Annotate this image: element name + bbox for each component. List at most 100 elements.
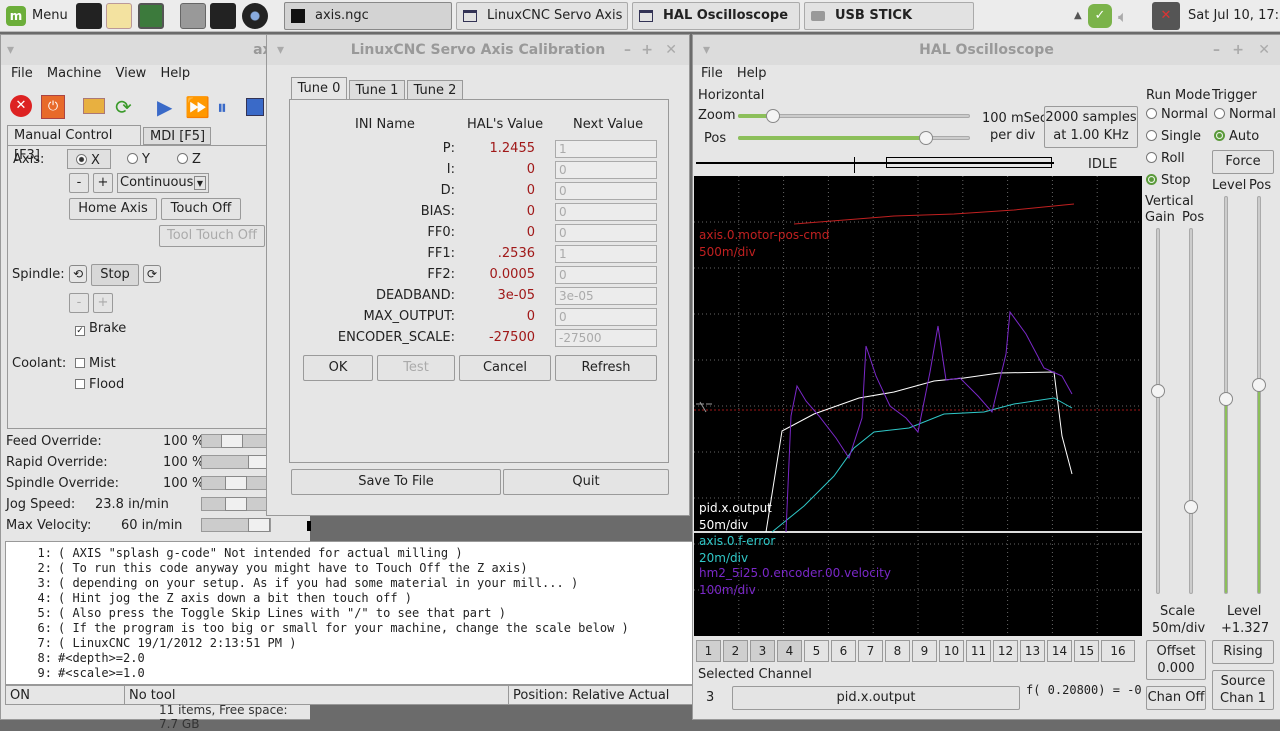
rising-button[interactable]: Rising <box>1212 640 1274 664</box>
channel-button-7[interactable]: 7 <box>858 640 883 662</box>
slider-knob[interactable] <box>225 497 247 511</box>
slider-knob[interactable] <box>248 518 270 532</box>
max-velocity-slider[interactable] <box>201 518 271 532</box>
next-value-field[interactable]: 0 <box>555 266 657 284</box>
menu-machine[interactable]: Machine <box>47 66 101 81</box>
next-value-field[interactable]: 1 <box>555 140 657 158</box>
gain-knob[interactable] <box>1151 384 1165 398</box>
channel-button-1[interactable]: 1 <box>696 640 721 662</box>
gcode-line[interactable]: 6: ( If the program is too big or small f… <box>6 621 692 636</box>
touch-off-button[interactable]: Touch Off <box>161 198 241 220</box>
scope-display[interactable]: axis.0.motor-pos-cmd 500m/div pid.x.outp… <box>694 176 1142 636</box>
menu-view[interactable]: View <box>115 66 146 81</box>
next-value-field[interactable]: 0 <box>555 203 657 221</box>
trigger-mode-normal[interactable]: Normal <box>1214 107 1276 122</box>
channel-button-9[interactable]: 9 <box>912 640 937 662</box>
channel-button-12[interactable]: 12 <box>993 640 1018 662</box>
channel-name-button[interactable]: pid.x.output <box>732 686 1020 710</box>
next-value-field[interactable]: 0 <box>555 224 657 242</box>
brake-checkbox[interactable]: ✓ Brake <box>75 321 126 336</box>
channel-button-5[interactable]: 5 <box>804 640 829 662</box>
run-mode-single[interactable]: Single <box>1146 129 1201 144</box>
tool-touch-off-button[interactable]: Tool Touch Off <box>159 225 265 247</box>
jog-minus-button[interactable]: - <box>69 173 89 193</box>
gcode-line[interactable]: 3: ( depending on your setup. As if you h… <box>6 576 692 591</box>
gcode-line[interactable]: 1: ( AXIS "splash g-code" Not intended fo… <box>6 546 692 561</box>
open-folder-icon[interactable] <box>83 98 105 114</box>
gcode-listing[interactable]: 1: ( AXIS "splash g-code" Not intended fo… <box>5 541 693 685</box>
channel-button-6[interactable]: 6 <box>831 640 856 662</box>
channel-button-4[interactable]: 4 <box>777 640 802 662</box>
gcode-line[interactable]: 2: ( To run this code anyway you might ha… <box>6 561 692 576</box>
spindle-ccw-icon[interactable]: ⟲ <box>69 265 87 283</box>
mint-menu-icon[interactable]: m <box>6 6 26 26</box>
clock[interactable]: Sat Jul 10, 17:22 <box>1188 8 1280 23</box>
feed-override-slider[interactable] <box>201 434 271 448</box>
gcode-line[interactable]: 7: ( LinuxCNC 19/1/2012 2:13:51 PM ) <box>6 636 692 651</box>
pos-slider[interactable] <box>738 131 970 145</box>
run-mode-normal[interactable]: Normal <box>1146 107 1208 122</box>
network-icon[interactable]: ✕ <box>1152 2 1180 30</box>
minimize-icon[interactable]: – <box>1213 35 1220 65</box>
spindle-plus-button[interactable]: + <box>93 293 113 313</box>
text-editor-icon[interactable] <box>106 3 132 29</box>
axis-radio-x[interactable]: X <box>67 149 111 169</box>
menu-file[interactable]: File <box>701 66 723 81</box>
gcode-line[interactable]: 5: ( Also press the Toggle Skip Lines wit… <box>6 606 692 621</box>
task-axis[interactable]: axis.ngc <box>284 2 452 30</box>
slider-knob[interactable] <box>221 434 243 448</box>
spindle-minus-button[interactable]: - <box>69 293 89 313</box>
channel-button-2[interactable]: 2 <box>723 640 748 662</box>
source-button[interactable]: Source Chan 1 <box>1212 670 1274 710</box>
webcam-icon[interactable] <box>242 3 268 29</box>
vert-pos-slider[interactable] <box>1189 228 1193 594</box>
axis-radio-y[interactable]: Y <box>127 152 150 167</box>
monitor-icon[interactable] <box>138 3 164 29</box>
run-mode-roll[interactable]: Roll <box>1146 151 1185 166</box>
gain-slider[interactable] <box>1156 228 1160 594</box>
samples-button[interactable]: 2000 samples at 1.00 KHz <box>1044 106 1138 148</box>
chan-off-button[interactable]: Chan Off <box>1146 686 1206 710</box>
force-button[interactable]: Force <box>1212 150 1274 174</box>
vert-pos-knob[interactable] <box>1184 500 1198 514</box>
step-icon[interactable]: ⏩ <box>185 95 210 119</box>
jog-plus-button[interactable]: + <box>93 173 113 193</box>
channel-button-13[interactable]: 13 <box>1020 640 1045 662</box>
slider-knob[interactable] <box>919 131 933 145</box>
next-value-field[interactable]: 3e-05 <box>555 287 657 305</box>
slider-knob[interactable] <box>225 476 247 490</box>
channel-button-8[interactable]: 8 <box>885 640 910 662</box>
gcode-line[interactable]: 9: #<scale>=1.0 <box>6 666 692 681</box>
pause-icon[interactable]: ⏸ <box>217 95 227 119</box>
channel-button-10[interactable]: 10 <box>939 640 964 662</box>
menu-help[interactable]: Help <box>160 66 190 81</box>
slider-knob[interactable] <box>766 109 780 123</box>
next-value-field[interactable]: -27500 <box>555 329 657 347</box>
task-usb[interactable]: USB STICK <box>804 2 974 30</box>
update-shield-icon[interactable]: ✓ <box>1088 4 1112 28</box>
window-menu-icon[interactable]: ▾ <box>7 35 14 65</box>
jog-mode-select[interactable]: Continuous ▼ <box>117 173 209 193</box>
next-value-field[interactable]: 1 <box>555 245 657 263</box>
channel-button-15[interactable]: 15 <box>1074 640 1099 662</box>
task-calibration[interactable]: LinuxCNC Servo Axis ... <box>456 2 628 30</box>
maximize-icon[interactable]: + <box>1232 35 1244 65</box>
menu-help[interactable]: Help <box>737 66 767 81</box>
spindle-stop-button[interactable]: Stop <box>91 264 139 286</box>
terminal-icon[interactable] <box>210 3 236 29</box>
trigger-mode-auto[interactable]: Auto <box>1214 129 1259 144</box>
window-menu-icon[interactable]: ▾ <box>703 35 710 65</box>
tab-manual[interactable]: Manual Control [F3] <box>7 125 141 163</box>
spindle-override-slider[interactable] <box>201 476 271 490</box>
channel-button-11[interactable]: 11 <box>966 640 991 662</box>
next-value-field[interactable]: 0 <box>555 182 657 200</box>
channel-button-3[interactable]: 3 <box>750 640 775 662</box>
offset-button[interactable]: Offset 0.000 <box>1146 640 1206 680</box>
next-value-field[interactable]: 0 <box>555 161 657 179</box>
channel-button-14[interactable]: 14 <box>1047 640 1072 662</box>
gcode-line[interactable]: 4: ( Hint jog the Z axis down a bit then … <box>6 591 692 606</box>
trig-pos-knob[interactable] <box>1252 378 1266 392</box>
run-mode-stop[interactable]: Stop <box>1146 173 1191 188</box>
tray-arrow-icon[interactable]: ▲ <box>1074 10 1082 21</box>
stop-icon[interactable] <box>246 98 264 116</box>
